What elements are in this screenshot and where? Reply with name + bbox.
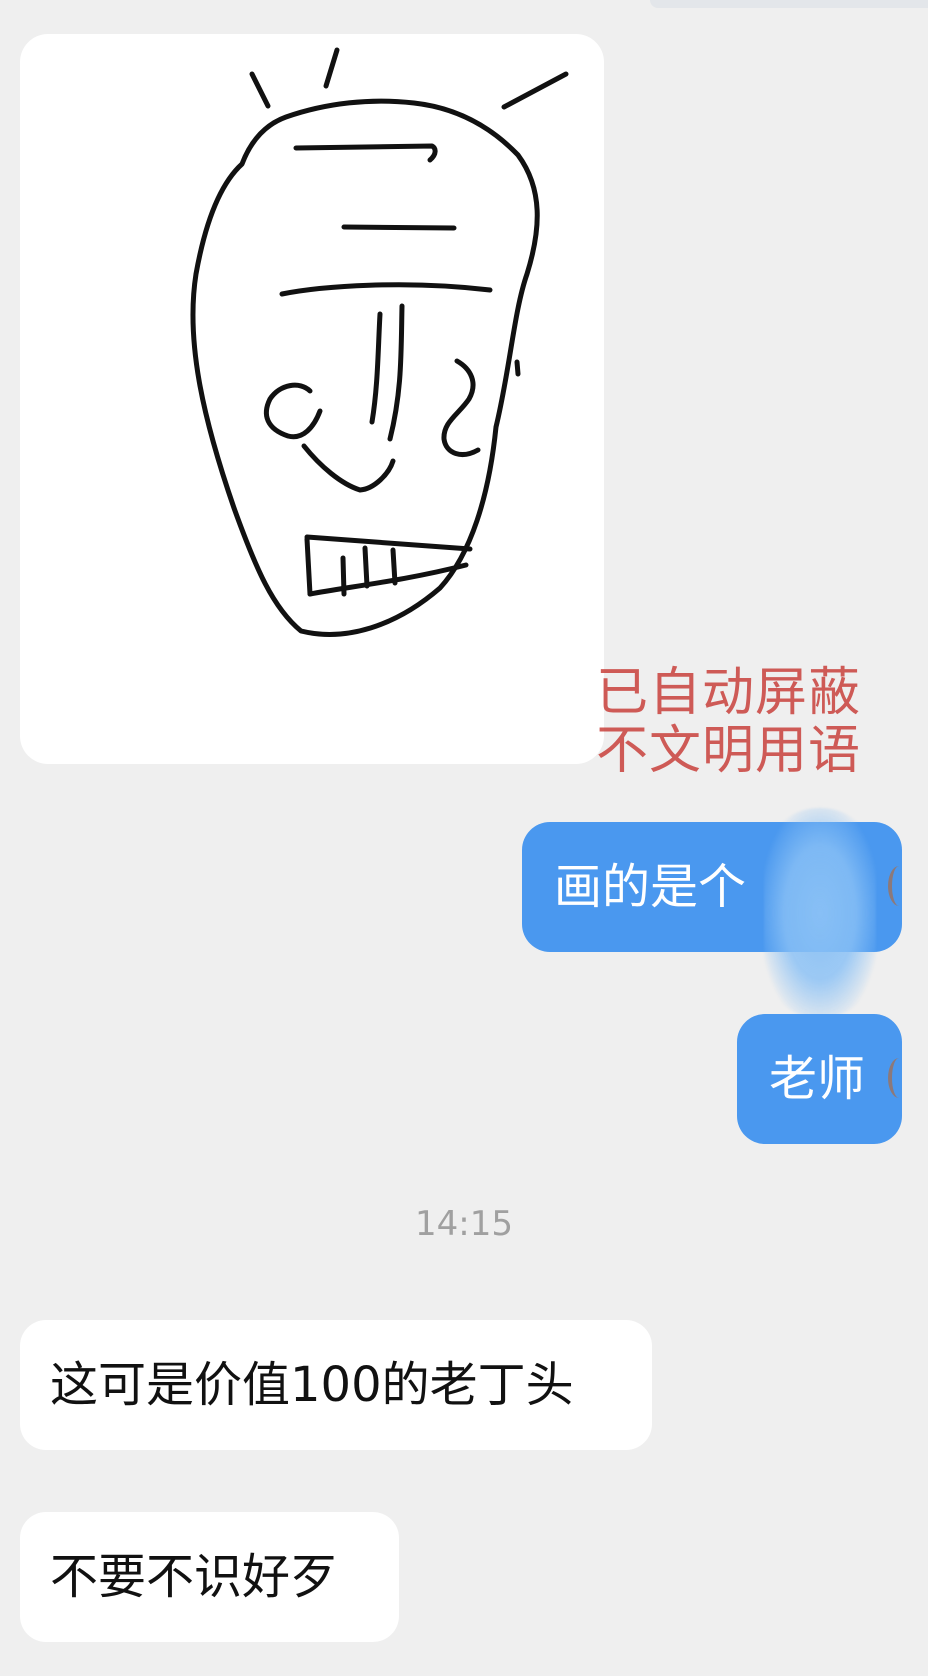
- avatar-edge: [888, 866, 910, 906]
- message-text: 画的是个: [554, 859, 747, 915]
- message-bubble-other-1[interactable]: 这可是价值100的老丁头: [20, 1320, 652, 1450]
- drawing-image[interactable]: [20, 34, 604, 764]
- blurred-text-mask: [764, 808, 876, 1018]
- message-bubble-other-2[interactable]: 不要不识好歹: [20, 1512, 399, 1642]
- message-text: 这可是价值100的老丁头: [50, 1357, 574, 1413]
- message-text: 不要不识好歹: [50, 1549, 339, 1605]
- message-bubble-self-2[interactable]: 老师: [737, 1014, 902, 1144]
- top-status-strip: [650, 0, 928, 8]
- avatar-edge: [888, 1058, 910, 1098]
- message-timestamp: 14:15: [415, 1204, 513, 1244]
- filtered-language-notice: 已自动屏蔽 不文明用语: [596, 664, 896, 780]
- message-text: 老师: [769, 1051, 866, 1107]
- notice-line-1: 已自动屏蔽: [596, 663, 862, 723]
- notice-line-2: 不文明用语: [596, 721, 862, 781]
- drawing-image-message[interactable]: [20, 34, 604, 764]
- chat-screen: 已自动屏蔽 不文明用语 画的是个 老师 14:15 这可是价值100的老丁头 不…: [0, 0, 928, 1676]
